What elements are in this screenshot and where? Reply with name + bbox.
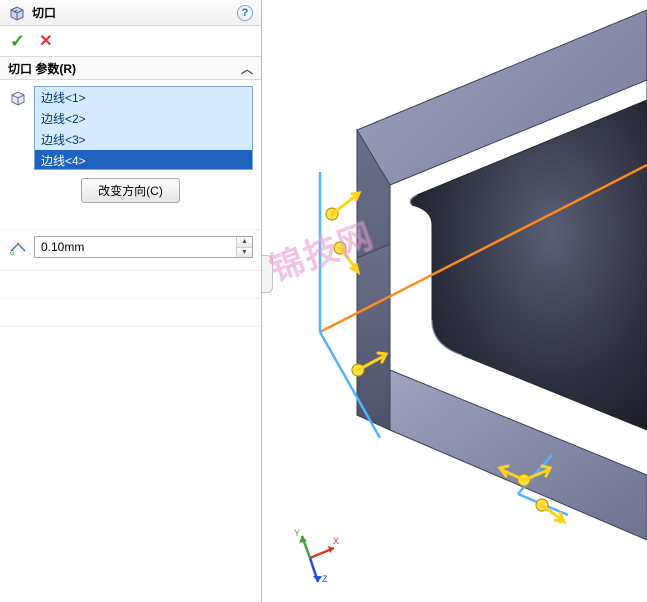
edge-selector-icon[interactable] — [8, 88, 28, 108]
divider — [0, 270, 261, 280]
option-row — [8, 211, 253, 221]
ok-button[interactable]: ✓ — [10, 31, 25, 52]
svg-text:G: G — [10, 251, 15, 257]
list-item[interactable]: 边线<2> — [35, 108, 252, 129]
cancel-button[interactable]: ✕ — [39, 31, 52, 51]
model-scene — [262, 0, 647, 602]
model-front-face — [357, 244, 390, 430]
section-body: 边线<1> 边线<2> 边线<3> 边线<4> 改变方向(C) — [0, 80, 261, 229]
spinner-down-icon[interactable]: ▼ — [237, 248, 252, 258]
cube-cut-icon — [8, 4, 26, 22]
gap-dimension-icon: G — [8, 237, 28, 257]
graphics-viewport[interactable]: 锦技网 X Y Z — [262, 0, 647, 602]
list-item[interactable]: 边线<3> — [35, 129, 252, 150]
edge-selection-list[interactable]: 边线<1> 边线<2> 边线<3> 边线<4> — [34, 86, 253, 170]
panel-header: 切口 ? — [0, 0, 261, 26]
chevron-up-icon[interactable]: ︿ — [241, 60, 253, 77]
list-item[interactable]: 边线<4> — [35, 150, 252, 170]
gap-value-input[interactable]: ▲ ▼ — [34, 236, 253, 258]
svg-text:Y: Y — [294, 528, 300, 538]
confirm-bar: ✓ ✕ — [0, 26, 261, 56]
divider — [0, 326, 261, 336]
direction-arrow-icon[interactable] — [326, 193, 359, 220]
feature-title: 切口 — [32, 4, 237, 21]
gap-value-field[interactable] — [35, 237, 236, 257]
property-panel: 切口 ? ✓ ✕ 切口 参数(R) ︿ 边线<1> 边线<2> 边线<3> 边线… — [0, 0, 262, 602]
svg-text:Z: Z — [322, 574, 328, 584]
svg-text:X: X — [333, 536, 339, 546]
spinner-up-icon[interactable]: ▲ — [237, 237, 252, 248]
direction-arrow-icon[interactable] — [334, 242, 358, 272]
options-area — [8, 211, 253, 221]
view-triad[interactable]: X Y Z — [282, 526, 342, 586]
gap-value-spinner[interactable]: ▲ ▼ — [236, 237, 252, 257]
list-item[interactable]: 边线<1> — [35, 87, 252, 108]
help-icon[interactable]: ? — [237, 5, 253, 21]
section-title: 切口 参数(R) — [8, 60, 76, 77]
reverse-direction-button[interactable]: 改变方向(C) — [81, 178, 180, 203]
panel-collapse-tab[interactable] — [262, 255, 273, 293]
section-header-parameters[interactable]: 切口 参数(R) ︿ — [0, 56, 261, 80]
divider — [0, 298, 261, 308]
gap-dimension-row: G ▲ ▼ — [0, 229, 261, 264]
